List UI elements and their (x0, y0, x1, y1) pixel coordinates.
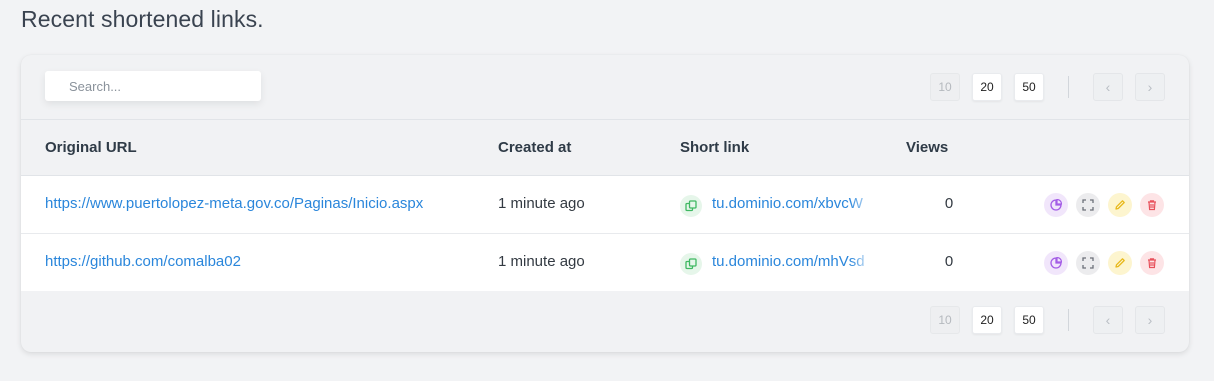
page-title: Recent shortened links. (21, 6, 264, 32)
pagination-divider (1068, 309, 1069, 331)
links-table-card: 10 20 50 ‹ › Original URL Created at Sho… (21, 55, 1189, 352)
qr-scan-icon (1082, 257, 1094, 269)
page-size-50[interactable]: 50 (1014, 306, 1044, 334)
page-size-50[interactable]: 50 (1014, 73, 1044, 101)
chevron-right-icon: › (1147, 312, 1153, 328)
stats-button[interactable] (1044, 251, 1068, 275)
prev-page-button[interactable]: ‹ (1093, 73, 1123, 101)
pencil-icon (1115, 258, 1125, 268)
pie-chart-icon (1050, 257, 1062, 269)
edit-button[interactable] (1108, 251, 1132, 275)
header-views[interactable]: Views (906, 139, 948, 156)
copy-icon[interactable] (680, 253, 702, 275)
short-link-cell: tu.dominio.com/mhVsd (680, 251, 875, 277)
pagination-divider (1068, 76, 1069, 98)
short-link[interactable]: tu.dominio.com/mhVsd (712, 253, 874, 270)
page-size-20[interactable]: 20 (972, 73, 1002, 101)
chevron-left-icon: ‹ (1105, 79, 1111, 95)
table-row: https://github.com/comalba02 1 minute ag… (21, 234, 1189, 291)
pagination-top: 10 20 50 ‹ › (930, 73, 1166, 101)
chevron-left-icon: ‹ (1105, 312, 1111, 328)
page-size-20[interactable]: 20 (972, 306, 1002, 334)
views-count: 0 (944, 253, 954, 270)
table-toolbar: 10 20 50 ‹ › (21, 55, 1189, 120)
chevron-right-icon: › (1147, 79, 1153, 95)
qr-button[interactable] (1076, 193, 1100, 217)
original-url-link[interactable]: https://www.puertolopez-meta.gov.co/Pagi… (45, 195, 423, 212)
qr-scan-icon (1082, 199, 1094, 211)
stats-button[interactable] (1044, 193, 1068, 217)
qr-button[interactable] (1076, 251, 1100, 275)
delete-button[interactable] (1140, 251, 1164, 275)
views-count: 0 (944, 195, 954, 212)
original-url-link[interactable]: https://github.com/comalba02 (45, 253, 241, 270)
header-created-at[interactable]: Created at (498, 139, 571, 156)
delete-button[interactable] (1140, 193, 1164, 217)
edit-button[interactable] (1108, 193, 1132, 217)
pagination-bottom: 10 20 50 ‹ › (930, 306, 1166, 334)
page-size-10[interactable]: 10 (930, 306, 960, 334)
created-at-text: 1 minute ago (498, 195, 585, 212)
next-page-button[interactable]: › (1135, 306, 1165, 334)
trash-icon (1148, 200, 1156, 211)
pencil-icon (1115, 200, 1125, 210)
copy-icon[interactable] (680, 195, 702, 217)
header-short-link[interactable]: Short link (680, 139, 749, 156)
trash-icon (1148, 258, 1156, 269)
page-size-10[interactable]: 10 (930, 73, 960, 101)
table-header: Original URL Created at Short link Views (21, 120, 1189, 176)
search-box (45, 71, 261, 101)
table-footer: 10 20 50 ‹ › (21, 292, 1189, 352)
pie-chart-icon (1050, 199, 1062, 211)
created-at-text: 1 minute ago (498, 253, 585, 270)
table-row: https://www.puertolopez-meta.gov.co/Pagi… (21, 176, 1189, 234)
next-page-button[interactable]: › (1135, 73, 1165, 101)
short-link[interactable]: tu.dominio.com/xbvcW (712, 195, 874, 212)
short-link-cell: tu.dominio.com/xbvcW (680, 193, 875, 219)
header-original-url[interactable]: Original URL (45, 139, 137, 156)
prev-page-button[interactable]: ‹ (1093, 306, 1123, 334)
search-input[interactable] (45, 71, 261, 101)
